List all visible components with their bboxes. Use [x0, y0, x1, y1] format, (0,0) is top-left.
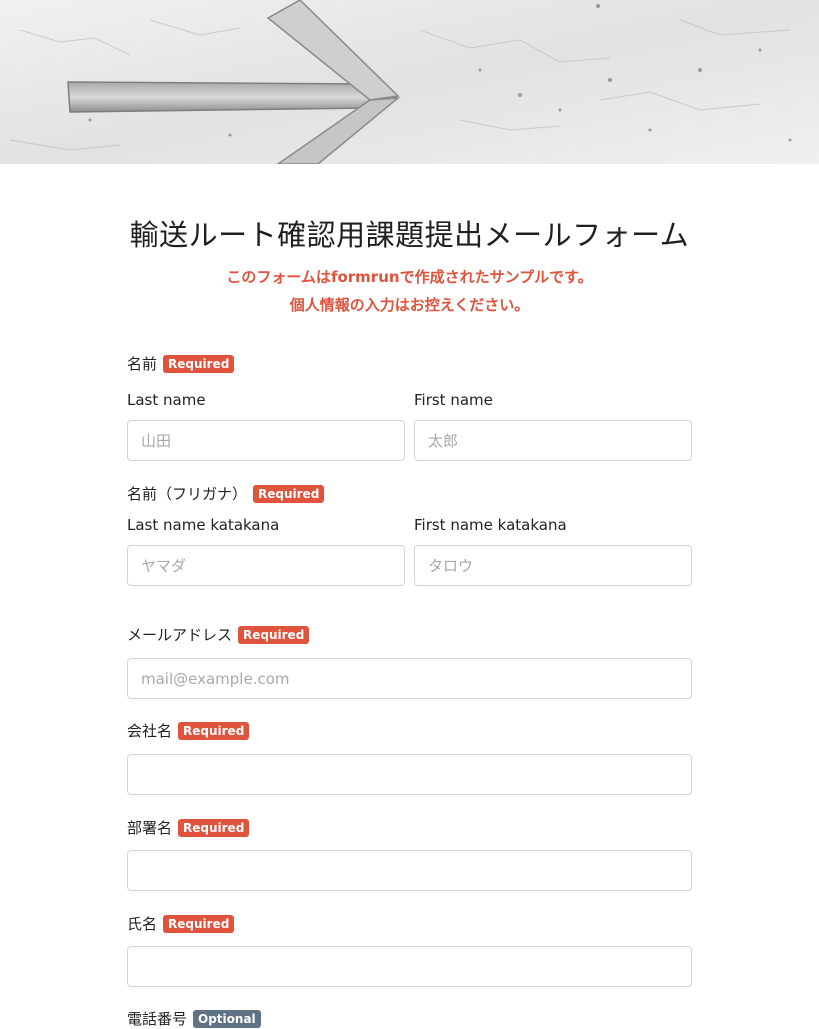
required-badge: Required: [253, 484, 325, 503]
hero-banner-image: [0, 0, 819, 164]
required-badge: Required: [163, 354, 235, 373]
required-badge: Required: [238, 625, 310, 644]
company-label: 会社名: [127, 722, 173, 740]
sample-notice-line2: 個人情報の入力はお控えください。: [289, 296, 530, 314]
name-label-group: 名前 Required: [127, 353, 235, 374]
arrow-icon: [0, 0, 819, 164]
company-label-group: 会社名 Required: [127, 720, 250, 741]
required-badge: Required: [178, 721, 250, 740]
department-label: 部署名: [127, 819, 173, 837]
email-label-group: メールアドレス Required: [127, 624, 310, 645]
phone-label-group: 電話番号 Optional: [127, 1008, 261, 1029]
notice-suffix: で作成されたサンプルです。: [399, 268, 593, 286]
phone-label: 電話番号: [127, 1010, 188, 1028]
required-badge: Required: [178, 818, 250, 837]
optional-badge: Optional: [193, 1009, 261, 1028]
fullname-input[interactable]: [127, 946, 692, 987]
sample-notice-line1: このフォームはformrunで作成されたサンプルです。: [0, 266, 819, 287]
email-input[interactable]: [127, 658, 692, 699]
department-input[interactable]: [127, 850, 692, 891]
first-name-katakana-input[interactable]: [414, 545, 692, 586]
first-name-label: First name: [414, 391, 493, 409]
first-name-katakana-label: First name katakana: [414, 516, 567, 534]
kana-label-group: 名前（フリガナ） Required: [127, 483, 325, 504]
first-name-input[interactable]: [414, 420, 692, 461]
last-name-katakana-label: Last name katakana: [127, 516, 280, 534]
last-name-label: Last name: [127, 391, 206, 409]
last-name-input[interactable]: [127, 420, 405, 461]
department-label-group: 部署名 Required: [127, 817, 250, 838]
fullname-label: 氏名: [127, 915, 158, 933]
name-label: 名前: [127, 355, 158, 373]
email-label: メールアドレス: [127, 626, 233, 644]
kana-label: 名前（フリガナ）: [127, 485, 248, 503]
notice-prefix: このフォームは: [226, 268, 331, 286]
form-title: 輸送ルート確認用課題提出メールフォーム: [129, 218, 690, 252]
required-badge: Required: [163, 914, 235, 933]
last-name-katakana-input[interactable]: [127, 545, 405, 586]
fullname-label-group: 氏名 Required: [127, 913, 235, 934]
notice-brand: formrun: [330, 268, 400, 286]
company-input[interactable]: [127, 754, 692, 795]
